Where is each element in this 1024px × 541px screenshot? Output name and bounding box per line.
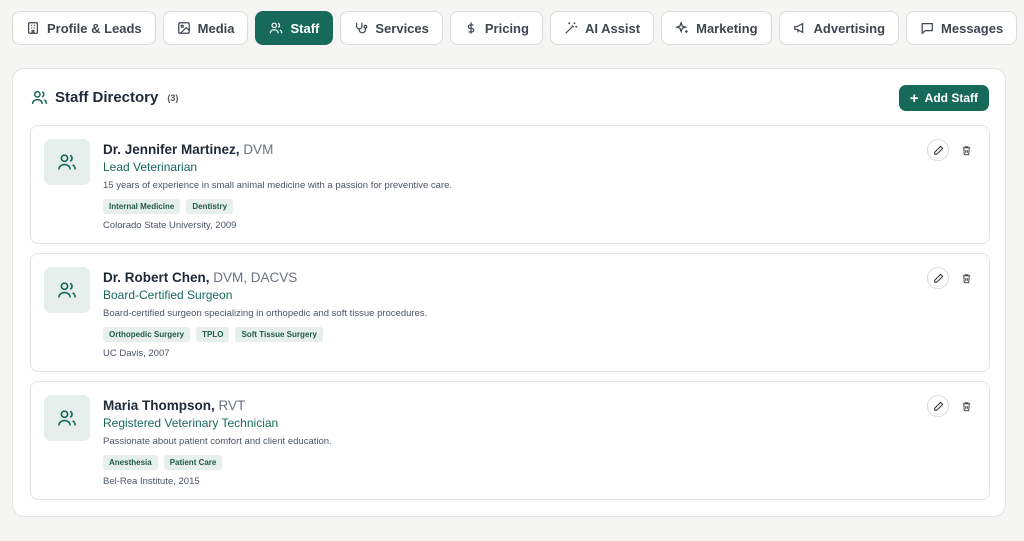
delete-button[interactable] [955, 395, 977, 417]
edit-button[interactable] [927, 395, 949, 417]
tab-services[interactable]: Services [340, 11, 443, 45]
tab-label: Pricing [484, 20, 529, 36]
tab-bar: Profile & Leads Media Staff Services Pri… [12, 11, 1018, 45]
tab-label: Messages [941, 20, 1004, 36]
staff-education: Bel-Rea Institute, 2015 [103, 476, 200, 487]
staff-bio: Board-certified surgeon specializing in … [103, 308, 428, 319]
tab-messages[interactable]: Messages [906, 11, 1018, 45]
trash-icon [962, 401, 970, 411]
users-icon [269, 21, 283, 35]
delete-button[interactable] [955, 139, 977, 161]
pencil-icon [933, 401, 943, 411]
tab-label: Profile & Leads [47, 20, 142, 36]
pencil-icon [933, 273, 943, 283]
specialty-chip: Orthopedic Surgery [103, 327, 191, 342]
avatar [44, 267, 90, 313]
staff-bio: Passionate about patient comfort and cli… [103, 436, 332, 447]
megaphone-icon [793, 21, 807, 35]
image-icon [177, 21, 191, 35]
staff-role: Lead Veterinarian [103, 160, 198, 174]
pencil-icon [933, 145, 943, 155]
staff-card: Dr. Jennifer Martinez, DVM Lead Veterina… [30, 125, 990, 244]
trash-icon [962, 273, 970, 283]
sparkles-icon [675, 21, 689, 35]
delete-button[interactable] [955, 267, 977, 289]
specialty-list: Orthopedic Surgery TPLO Soft Tissue Surg… [103, 327, 427, 342]
specialty-chip: TPLO [196, 327, 230, 342]
staff-name-line: Dr. Robert Chen, DVM, DACVS [103, 269, 427, 286]
tab-label: Staff [290, 20, 320, 36]
tab-pricing[interactable]: Pricing [449, 11, 543, 45]
tab-label: AI Assist [584, 20, 641, 36]
staff-name-line: Dr. Jennifer Martinez, DVM [103, 141, 452, 158]
tab-label: Media [197, 20, 235, 36]
edit-button[interactable] [927, 267, 949, 289]
tab-label: Services [375, 20, 429, 36]
avatar [44, 139, 90, 185]
add-staff-button[interactable]: + Add Staff [898, 85, 989, 111]
message-icon [920, 21, 934, 35]
staff-card: Dr. Robert Chen, DVM, DACVS Board-Certif… [30, 253, 990, 372]
tab-ai-assist[interactable]: AI Assist [549, 11, 655, 45]
specialty-chip: Patient Care [163, 455, 223, 470]
staff-credentials: DVM, DACVS [213, 270, 298, 285]
avatar [44, 395, 90, 441]
building-icon [26, 21, 40, 35]
staff-education: Colorado State University, 2009 [103, 220, 237, 231]
staff-credentials: DVM [243, 142, 274, 157]
staff-name: Dr. Robert Chen, [103, 270, 210, 285]
users-icon [58, 154, 76, 170]
specialty-chip: Anesthesia [103, 455, 158, 470]
tab-media[interactable]: Media [162, 11, 249, 45]
users-icon [58, 410, 76, 426]
users-icon [31, 89, 48, 106]
dollar-icon [464, 21, 478, 35]
staff-education: UC Davis, 2007 [103, 348, 170, 359]
tab-profile-leads[interactable]: Profile & Leads [12, 11, 156, 45]
plus-icon: + [909, 89, 919, 107]
tab-label: Advertising [813, 20, 886, 36]
trash-icon [962, 145, 970, 155]
staff-name-line: Maria Thompson, RVT [103, 397, 332, 414]
tab-staff[interactable]: Staff [255, 11, 334, 45]
tab-advertising[interactable]: Advertising [778, 11, 900, 45]
users-icon [58, 282, 76, 298]
specialty-chip: Soft Tissue Surgery [235, 327, 323, 342]
staff-directory-panel: Staff Directory (3) + Add Staff Dr. Jenn… [12, 68, 1006, 517]
staff-bio: 15 years of experience in small animal m… [103, 180, 453, 191]
staff-count-badge: (3) [167, 92, 179, 103]
staff-name: Dr. Jennifer Martinez, [103, 142, 240, 157]
staff-name: Maria Thompson, [103, 398, 215, 413]
stethoscope-icon [354, 21, 368, 35]
specialty-list: Anesthesia Patient Care [103, 455, 332, 470]
panel-header: Staff Directory (3) [31, 89, 178, 106]
specialty-list: Internal Medicine Dentistry [103, 199, 452, 214]
add-staff-label: Add Staff [924, 91, 978, 105]
specialty-chip: Internal Medicine [103, 199, 181, 214]
staff-card: Maria Thompson, RVT Registered Veterinar… [30, 381, 990, 500]
staff-role: Board-Certified Surgeon [103, 288, 233, 302]
staff-role: Registered Veterinary Technician [103, 416, 279, 430]
tab-label: Marketing [696, 20, 758, 36]
specialty-chip: Dentistry [186, 199, 234, 214]
edit-button[interactable] [927, 139, 949, 161]
page-title: Staff Directory [55, 89, 159, 106]
staff-credentials: RVT [218, 398, 246, 413]
tab-marketing[interactable]: Marketing [661, 11, 772, 45]
magic-wand-icon [564, 21, 578, 35]
